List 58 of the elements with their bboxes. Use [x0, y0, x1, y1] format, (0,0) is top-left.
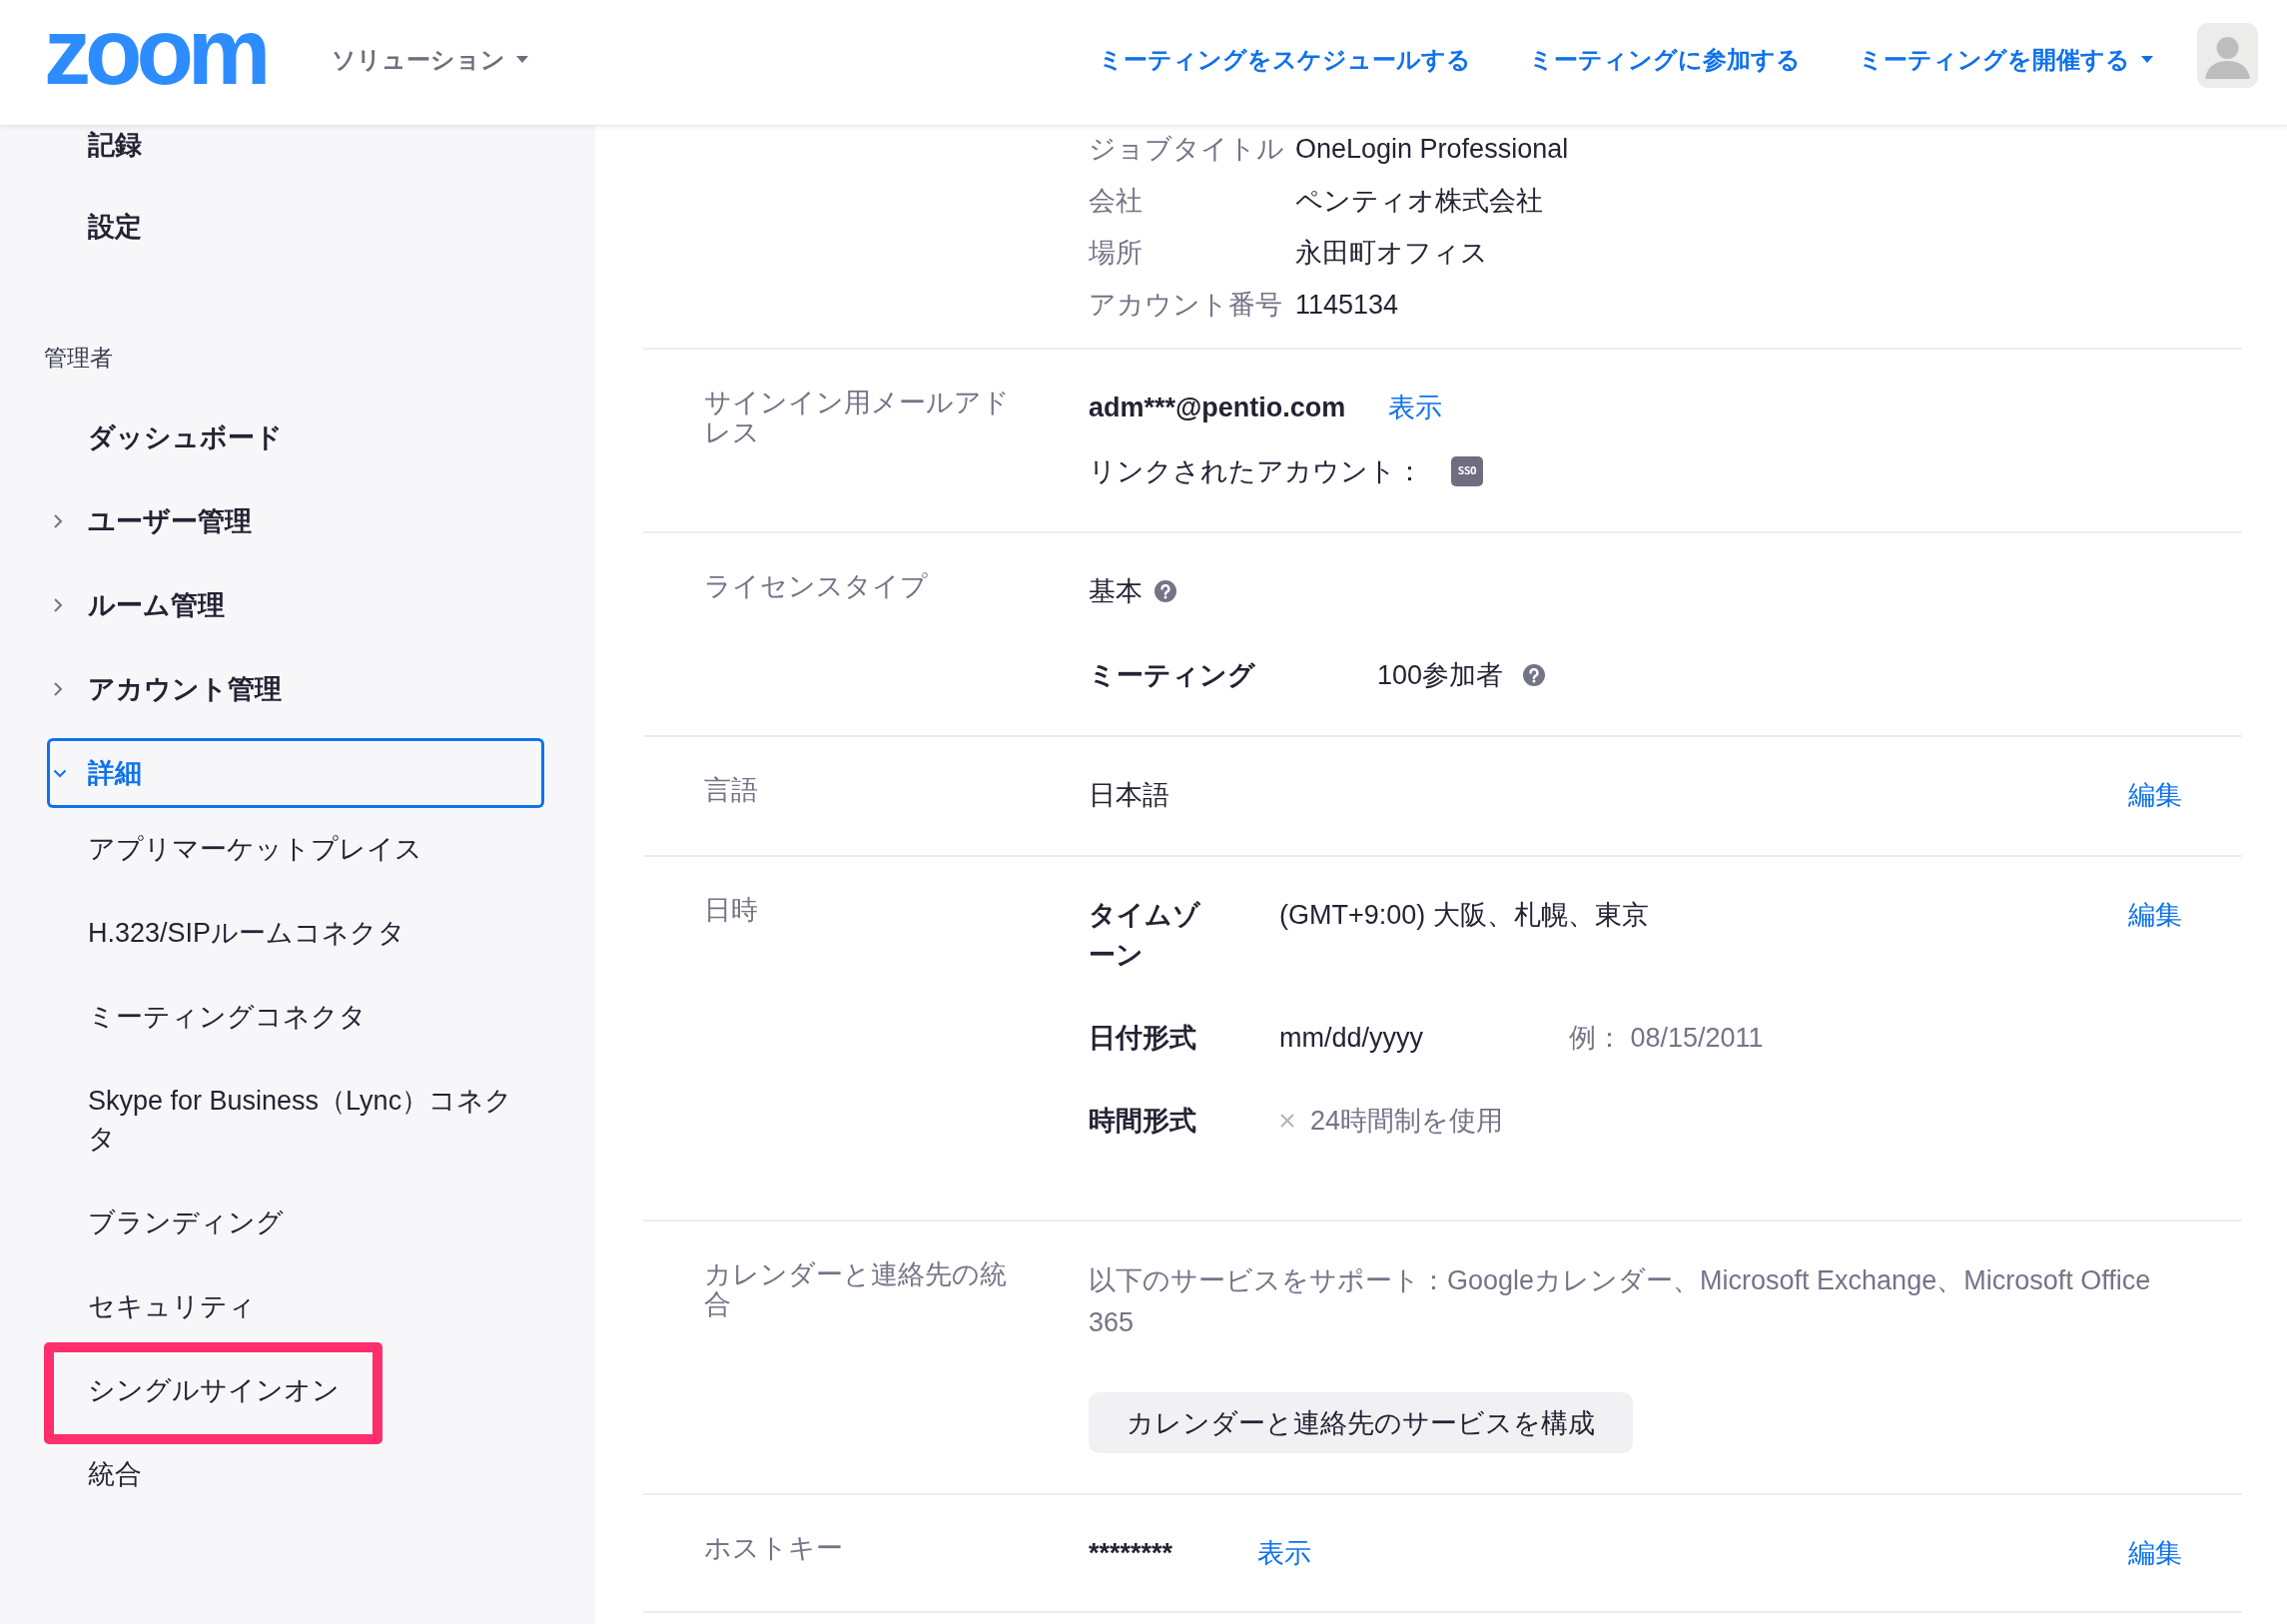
sidebar-item[interactable]: アカウント管理	[47, 670, 544, 708]
linked-account-label: リンクされたアカウント：	[1089, 455, 1423, 488]
feature-name: ミーティング	[1089, 659, 1255, 692]
sidebar-item[interactable]: H.323/SIPルームコネクタ	[56, 914, 424, 952]
nav-link[interactable]: ミーティングに参加する	[1529, 42, 1801, 77]
field-value: ペンティオ株式会社	[1295, 185, 1543, 218]
setting-name: 時間形式	[1089, 1105, 1196, 1138]
setting-label: 日時	[704, 895, 759, 925]
setting-name: 日付形式	[1089, 1022, 1196, 1055]
sidebar-item[interactable]: ブランディング	[56, 1204, 302, 1241]
show-link[interactable]: 表示	[1388, 388, 1443, 427]
option-label: 24時間制を使用	[1310, 1105, 1504, 1138]
sidebar-item[interactable]: ダッシュボード	[47, 418, 544, 456]
setting-label: 言語	[704, 775, 759, 805]
edit-link[interactable]: 編集	[2128, 775, 2182, 815]
nav-link[interactable]: ミーティングを開催する	[1859, 42, 2153, 77]
edit-link[interactable]: 編集	[2128, 895, 2182, 935]
setting-name: タイムゾーン	[1089, 899, 1200, 972]
sidebar-item[interactable]: 詳細	[47, 738, 544, 808]
sidebar-item[interactable]: ユーザー管理	[47, 502, 544, 540]
field-label: 場所	[1089, 237, 1144, 270]
sso-badge: SSO	[1451, 456, 1483, 486]
email-value: adm***@pentio.com	[1089, 392, 1346, 424]
feature-value: 100参加者	[1377, 659, 1504, 692]
date-example: 例： 08/15/2011	[1569, 1022, 1764, 1055]
edit-link[interactable]: 編集	[2128, 1533, 2182, 1573]
setting-label: カレンダーと連絡先の統合	[704, 1259, 1008, 1319]
field-value: 永田町オフィス	[1295, 237, 1488, 270]
sidebar-item[interactable]: Skype for Business（Lync）コネクタ	[56, 1082, 544, 1158]
help-icon[interactable]	[1154, 580, 1176, 602]
date-format-value: mm/dd/yyyy	[1279, 1022, 1424, 1055]
license-type-value: 基本	[1089, 575, 1143, 608]
show-link[interactable]: 表示	[1257, 1533, 1311, 1573]
setting-label: サインイン用メールアドレス	[704, 388, 1011, 447]
sidebar-item[interactable]: ミーティングコネクタ	[56, 998, 384, 1036]
host-key-value: ********	[1089, 1537, 1173, 1570]
sidebar-item[interactable]: セキュリティ	[56, 1287, 274, 1325]
sidebar-item[interactable]: ルーム管理	[47, 586, 544, 624]
setting-label: ホストキー	[704, 1533, 844, 1563]
field-label: ジョブタイトル	[1089, 133, 1285, 166]
sidebar-item[interactable]: 記録	[47, 126, 544, 164]
field-label: アカウント番号	[1089, 289, 1283, 322]
description-text: 以下のサービスをサポート：Googleカレンダー、Microsoft Exchange、Microsoft Office 365	[1089, 1264, 2152, 1339]
sidebar-item[interactable]: アプリマーケットプレイス	[56, 830, 440, 868]
timezone-value: (GMT+9:00) 大阪、札幌、東京	[1279, 899, 1649, 932]
field-value: OneLogin Professional	[1295, 133, 1569, 166]
sidebar-item[interactable]: シングルサインオン	[56, 1371, 358, 1409]
section-heading: 管理者	[43, 344, 114, 373]
language-value: 日本語	[1089, 779, 1169, 812]
field-value: 1145134	[1295, 289, 1399, 322]
solutions-menu[interactable]: ソリューション	[332, 42, 529, 77]
help-icon[interactable]	[1523, 664, 1546, 686]
sidebar-item[interactable]: 設定	[47, 208, 544, 246]
sidebar-item[interactable]: 統合	[56, 1455, 160, 1493]
nav-link[interactable]: ミーティングをスケジュールする	[1099, 42, 1471, 77]
configure-button[interactable]: カレンダーと連絡先のサービスを構成	[1089, 1392, 1633, 1453]
setting-label: ライセンスタイプ	[704, 571, 929, 601]
field-label: 会社	[1089, 185, 1144, 218]
